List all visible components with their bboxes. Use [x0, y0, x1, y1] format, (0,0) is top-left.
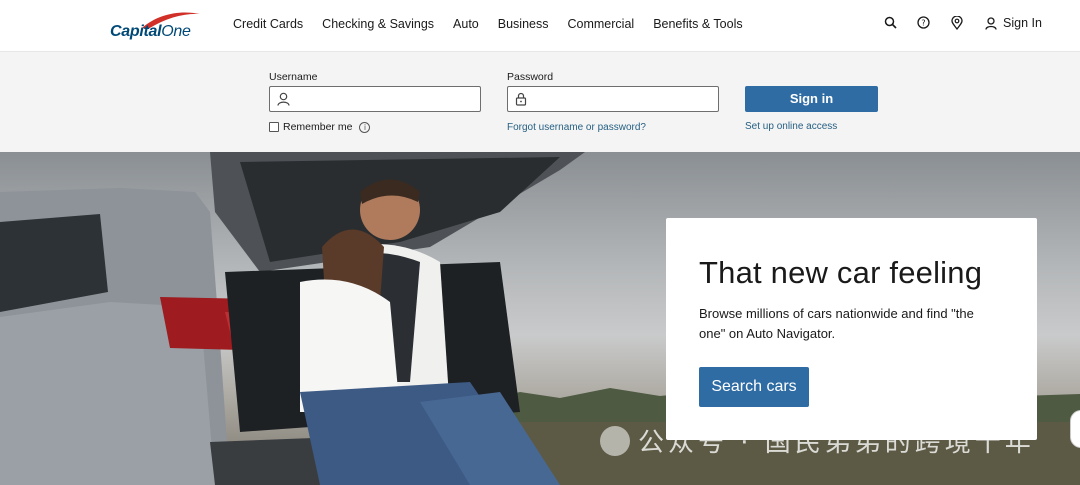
main-nav: Credit Cards Checking & Savings Auto Bus… — [233, 17, 762, 31]
search-button[interactable] — [884, 16, 897, 29]
user-icon — [985, 16, 997, 30]
watermark: 公众号 · 国民弟弟的跨境十年 — [600, 422, 1035, 459]
logo-text: CapitalOne — [110, 23, 191, 40]
nav-business[interactable]: Business — [498, 17, 549, 31]
forgot-credentials-link[interactable]: Forgot username or password? — [507, 122, 646, 133]
search-cars-button[interactable]: Search cars — [699, 367, 809, 407]
username-label: Username — [269, 71, 318, 83]
help-icon: ? — [917, 16, 930, 29]
username-field[interactable] — [269, 86, 481, 112]
search-icon — [884, 16, 897, 29]
wechat-icon — [600, 425, 630, 456]
nav-credit-cards[interactable]: Credit Cards — [233, 17, 303, 31]
nav-benefits-tools[interactable]: Benefits & Tools — [653, 17, 742, 31]
location-button[interactable] — [951, 16, 963, 30]
remember-me-label: Remember me — [283, 121, 353, 133]
remember-me: Remember me i — [269, 121, 371, 133]
hero-banner: That new car feeling Browse millions of … — [0, 152, 1080, 485]
header-sign-in[interactable]: Sign In — [985, 16, 1042, 30]
capital-one-logo[interactable]: CapitalOne — [110, 10, 202, 44]
setup-online-access-link[interactable]: Set up online access — [745, 121, 837, 132]
nav-checking-savings[interactable]: Checking & Savings — [322, 17, 434, 31]
side-widget-tab[interactable] — [1070, 410, 1080, 448]
location-pin-icon — [951, 16, 963, 30]
nav-commercial[interactable]: Commercial — [568, 17, 635, 31]
promo-card: That new car feeling Browse millions of … — [666, 218, 1037, 440]
svg-text:?: ? — [921, 19, 925, 28]
remember-me-checkbox[interactable] — [269, 122, 279, 132]
username-input[interactable] — [296, 90, 476, 108]
lock-icon — [515, 92, 527, 106]
promo-description: Browse millions of cars nationwide and f… — [699, 306, 974, 341]
promo-title: That new car feeling — [699, 255, 983, 290]
help-button[interactable]: ? — [917, 16, 930, 29]
password-input[interactable] — [534, 90, 714, 108]
header-sign-in-label: Sign In — [1003, 16, 1042, 30]
login-bar: Username Password Remember me i Forgot u… — [0, 52, 1080, 152]
password-label: Password — [507, 71, 554, 83]
info-icon[interactable]: i — [359, 121, 371, 133]
sign-in-button[interactable]: Sign in — [745, 86, 878, 112]
nav-auto[interactable]: Auto — [453, 17, 479, 31]
top-header: CapitalOne Credit Cards Checking & Savin… — [0, 0, 1080, 52]
watermark-text: 公众号 · 国民弟弟的跨境十年 — [638, 428, 1035, 458]
password-field[interactable] — [507, 86, 719, 112]
user-icon — [277, 92, 290, 106]
